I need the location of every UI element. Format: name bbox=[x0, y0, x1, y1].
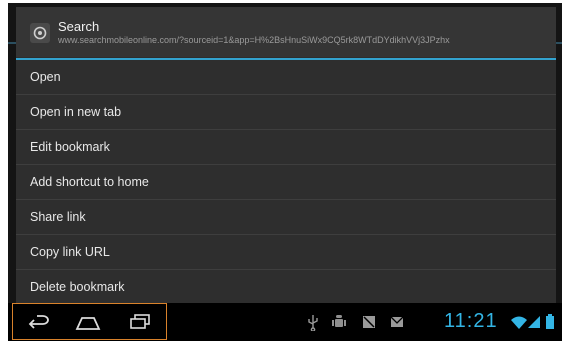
screenshot-icon bbox=[360, 313, 378, 331]
back-icon[interactable] bbox=[23, 310, 53, 334]
menu-item-share-link[interactable]: Share link bbox=[16, 200, 556, 235]
menu-item-open[interactable]: Open bbox=[16, 60, 556, 95]
dialog-header: Search www.searchmobileonline.com/?sourc… bbox=[16, 7, 556, 57]
bookmark-title: Search bbox=[58, 19, 100, 34]
context-menu-list: Open Open in new tab Edit bookmark Add s… bbox=[16, 60, 556, 305]
system-bar: 11:21 bbox=[8, 303, 562, 341]
android-debug-icon bbox=[330, 313, 348, 331]
email-icon bbox=[388, 313, 406, 331]
tablet-screen: Search www.searchmobileonline.com/?sourc… bbox=[8, 3, 562, 341]
menu-item-open-in-new-tab[interactable]: Open in new tab bbox=[16, 95, 556, 130]
menu-item-add-shortcut[interactable]: Add shortcut to home bbox=[16, 165, 556, 200]
navigation-buttons bbox=[12, 303, 167, 340]
menu-item-copy-link-url[interactable]: Copy link URL bbox=[16, 235, 556, 270]
bookmark-url: www.searchmobileonline.com/?sourceid=1&a… bbox=[58, 35, 450, 45]
home-icon[interactable] bbox=[73, 310, 103, 334]
signal-icon bbox=[526, 313, 544, 331]
browser-favicon-icon bbox=[30, 23, 50, 43]
menu-item-edit-bookmark[interactable]: Edit bookmark bbox=[16, 130, 556, 165]
menu-item-delete-bookmark[interactable]: Delete bookmark bbox=[16, 270, 556, 305]
status-clock: 11:21 bbox=[444, 310, 498, 332]
usb-icon bbox=[304, 313, 322, 332]
battery-icon bbox=[544, 313, 556, 331]
recent-apps-icon[interactable] bbox=[125, 310, 155, 334]
bookmark-context-menu: Search www.searchmobileonline.com/?sourc… bbox=[16, 7, 556, 305]
